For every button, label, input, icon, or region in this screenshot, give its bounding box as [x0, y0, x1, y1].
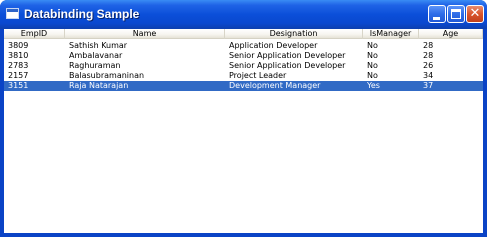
cell-age: 37 — [423, 81, 434, 90]
cell-name: Raja Natarajan — [69, 81, 129, 90]
table-row[interactable]: 3809 Sathish Kumar Application Developer… — [4, 41, 483, 51]
minimize-icon — [433, 17, 440, 20]
cell-ismanager: No — [367, 41, 378, 50]
column-header-designation[interactable]: Designation — [225, 29, 363, 39]
window-title: Databinding Sample — [24, 7, 140, 21]
cell-ismanager: No — [367, 51, 378, 60]
cell-empid: 3810 — [8, 51, 29, 60]
cell-ismanager: No — [367, 71, 378, 80]
cell-designation: Senior Application Developer — [229, 61, 346, 70]
close-icon: ✕ — [469, 6, 481, 21]
cell-empid: 2783 — [8, 61, 29, 70]
cell-ismanager: No — [367, 61, 378, 70]
cell-age: 34 — [423, 71, 434, 80]
cell-age: 28 — [423, 41, 434, 50]
cell-name: Raghuraman — [69, 61, 121, 70]
cell-age: 26 — [423, 61, 434, 70]
list-header: EmpID Name Designation IsManager Age — [4, 29, 483, 39]
table-row[interactable]: 2157 Balasubramaninan Project Leader No … — [4, 71, 483, 81]
cell-name: Sathish Kumar — [69, 41, 128, 50]
close-button[interactable]: ✕ — [466, 5, 484, 23]
cell-age: 28 — [423, 51, 434, 60]
employee-list-view[interactable]: EmpID Name Designation IsManager Age 380… — [4, 29, 483, 233]
cell-name: Ambalavanar — [69, 51, 123, 60]
minimize-button[interactable] — [428, 5, 446, 23]
table-row[interactable]: 3810 Ambalavanar Senior Application Deve… — [4, 51, 483, 61]
title-bar[interactable]: Databinding Sample ✕ — [0, 0, 487, 29]
maximize-button[interactable] — [447, 5, 465, 23]
window-icon — [6, 8, 19, 19]
maximize-icon — [451, 9, 461, 19]
app-window: Databinding Sample ✕ EmpID Name Designat… — [0, 0, 487, 237]
column-header-age[interactable]: Age — [419, 29, 483, 39]
cell-ismanager: Yes — [367, 81, 380, 90]
cell-empid: 3809 — [8, 41, 29, 50]
column-header-ismanager[interactable]: IsManager — [363, 29, 419, 39]
table-row-selected[interactable]: 3151 Raja Natarajan Development Manager … — [4, 81, 483, 91]
column-header-name[interactable]: Name — [65, 29, 225, 39]
window-client-area: EmpID Name Designation IsManager Age 380… — [4, 29, 483, 233]
cell-designation: Project Leader — [229, 71, 287, 80]
table-row[interactable]: 2783 Raghuraman Senior Application Devel… — [4, 61, 483, 71]
cell-designation: Senior Application Developer — [229, 51, 346, 60]
cell-empid: 2157 — [8, 71, 29, 80]
cell-name: Balasubramaninan — [69, 71, 145, 80]
column-header-empid[interactable]: EmpID — [4, 29, 65, 39]
cell-empid: 3151 — [8, 81, 29, 90]
cell-designation: Development Manager — [229, 81, 321, 90]
cell-designation: Application Developer — [229, 41, 318, 50]
